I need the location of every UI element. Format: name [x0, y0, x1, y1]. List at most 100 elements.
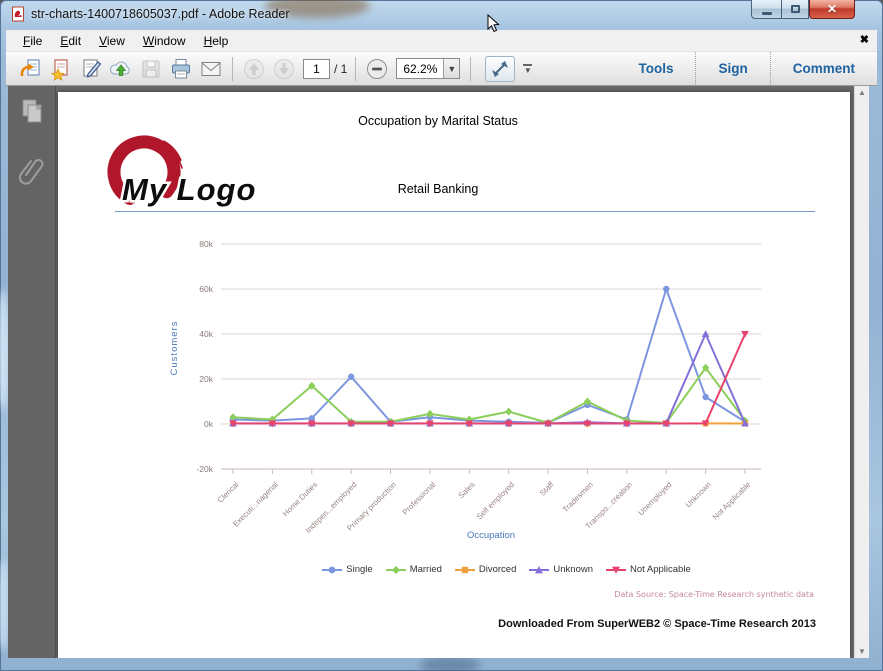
legend-label: Divorced — [478, 564, 517, 575]
create-pdf-icon — [50, 59, 68, 81]
svg-text:Unemployed: Unemployed — [636, 480, 673, 517]
close-document-icon[interactable]: ✖ — [860, 33, 869, 46]
maximize-icon — [790, 5, 800, 13]
legend-marker-icon — [454, 566, 475, 573]
zoom-dropdown-button[interactable]: ▼ — [443, 59, 460, 78]
zoom-out-icon — [367, 58, 388, 79]
legend-marker-icon — [322, 566, 343, 573]
sign-document-button[interactable] — [77, 55, 105, 83]
toolbar-overflow-button[interactable]: ▼ — [523, 64, 533, 75]
menu-help[interactable]: Help — [195, 32, 238, 50]
toolbar-separator — [470, 56, 472, 81]
navigation-sidebar — [8, 86, 56, 658]
legend-marker-icon — [606, 566, 626, 574]
chevron-down-icon: ▼ — [447, 63, 457, 74]
legend-label: Not Applicable — [630, 564, 691, 575]
toolbar-separator — [232, 56, 233, 81]
legend-item-not-applicable: Not Applicable — [606, 564, 691, 575]
chevron-down-icon: ▼ — [523, 66, 532, 75]
cloud-upload-icon — [110, 61, 130, 76]
print-icon — [172, 58, 190, 78]
legend-item-unknown: Unknown — [529, 564, 593, 575]
menubar: File Edit View Window Help ✖ — [6, 30, 877, 52]
svg-text:Staff: Staff — [538, 479, 556, 497]
svg-text:0k: 0k — [204, 419, 214, 429]
scroll-up-icon[interactable]: ▲ — [858, 88, 866, 97]
pdf-canvas: Occupation by Marital Status Retail Bank… — [56, 86, 854, 658]
pdf-page: Occupation by Marital Status Retail Bank… — [58, 92, 850, 658]
sign-document-icon — [83, 59, 102, 78]
svg-text:80k: 80k — [199, 239, 213, 249]
svg-text:Self employed: Self employed — [475, 480, 516, 521]
svg-text:Not Applicable: Not Applicable — [711, 480, 753, 522]
download-footer: Downloaded From SuperWEB2 © Space-Time R… — [498, 618, 816, 630]
my-logo: My Logo — [88, 134, 273, 219]
legend-item-divorced: Divorced — [454, 564, 517, 575]
next-page-button[interactable] — [270, 55, 298, 83]
chart-legend: Single Married Divorced Unknown Not Applicab… — [165, 564, 770, 575]
email-button[interactable] — [197, 55, 225, 83]
save-button[interactable] — [137, 55, 165, 83]
svg-text:Clerical: Clerical — [216, 480, 241, 505]
save-icon — [142, 60, 160, 77]
previous-page-button[interactable] — [240, 55, 268, 83]
scroll-down-icon[interactable]: ▼ — [858, 647, 866, 656]
zoom-level-control[interactable]: 62.2% ▼ — [396, 58, 461, 79]
header-divider — [115, 211, 815, 212]
menu-window[interactable]: Window — [134, 32, 195, 50]
pages-icon — [22, 99, 42, 123]
email-icon — [201, 61, 221, 76]
line-chart-svg: 80k60k40k20k0k-20kClericalExecuti...nage… — [169, 239, 761, 541]
resize-arrows-icon — [492, 60, 509, 77]
create-pdf-button[interactable] — [47, 55, 75, 83]
maximize-button[interactable] — [781, 0, 809, 19]
open-file-icon — [20, 59, 40, 76]
zoom-level-value[interactable]: 62.2% — [397, 62, 443, 76]
legend-marker-icon — [529, 565, 550, 573]
fit-window-button[interactable] — [485, 55, 516, 82]
pdf-app-icon — [10, 6, 26, 25]
svg-text:Home Duties: Home Duties — [281, 480, 319, 518]
legend-item-married: Married — [385, 564, 442, 575]
toolbar: 1 / 1 62.2% ▼ ▼ Tools Sign Comment — [6, 52, 877, 86]
zoom-out-button[interactable] — [363, 55, 391, 83]
sign-panel-button[interactable]: Sign — [695, 52, 769, 85]
comment-panel-button[interactable]: Comment — [769, 52, 877, 85]
data-source-note: Data Source: Space-Time Research synthet… — [614, 590, 814, 599]
page-number-input[interactable]: 1 — [303, 58, 330, 79]
menu-edit[interactable]: Edit — [51, 32, 90, 50]
adobe-reader-window: str-charts-1400718605037.pdf - Adobe Rea… — [0, 0, 883, 671]
legend-label: Single — [346, 564, 373, 575]
y-axis-title: Customers — [169, 321, 180, 376]
menu-view[interactable]: View — [90, 32, 134, 50]
glass-reflection — [420, 656, 480, 671]
legend-item-single: Single — [322, 564, 373, 575]
menu-file[interactable]: File — [14, 32, 51, 50]
open-file-button[interactable] — [17, 55, 45, 83]
titlebar[interactable]: str-charts-1400718605037.pdf - Adobe Rea… — [0, 0, 883, 30]
document-area: Occupation by Marital Status Retail Bank… — [8, 86, 869, 658]
mouse-cursor — [487, 14, 500, 33]
tools-panel-button[interactable]: Tools — [616, 52, 695, 85]
page-thumbnails-button[interactable] — [20, 98, 44, 127]
cloud-upload-button[interactable] — [107, 55, 135, 83]
close-icon: ✕ — [826, 2, 838, 16]
legend-label: Unknown — [553, 564, 593, 575]
close-button[interactable]: ✕ — [809, 0, 855, 19]
legend-label: Married — [409, 564, 442, 575]
svg-text:Unknown: Unknown — [684, 480, 713, 509]
svg-text:Sales: Sales — [457, 480, 477, 500]
arrow-down-icon — [274, 58, 294, 79]
print-button[interactable] — [167, 55, 195, 83]
svg-text:-20k: -20k — [196, 464, 213, 474]
attachments-button[interactable] — [18, 155, 45, 188]
page-title: Occupation by Marital Status — [358, 114, 518, 128]
svg-text:Professional: Professional — [401, 480, 438, 517]
svg-text:20k: 20k — [199, 374, 213, 384]
logo-text: My Logo — [122, 172, 256, 207]
arrow-up-icon — [244, 58, 264, 79]
minimize-icon — [761, 11, 772, 15]
chart: 80k 60k 40k 20k 0k -20k Clerical Executi...nage… — [165, 238, 770, 548]
minimize-button[interactable] — [751, 0, 781, 19]
vertical-scrollbar[interactable]: ▲ ▼ — [854, 86, 869, 658]
